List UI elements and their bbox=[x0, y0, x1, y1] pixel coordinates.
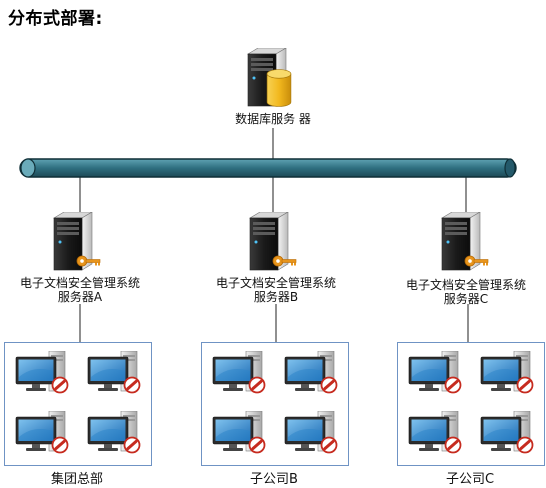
client-pc-icon bbox=[480, 411, 534, 454]
client-pc-icon bbox=[212, 411, 266, 454]
client-pc-icon bbox=[87, 351, 141, 394]
client-pc-icon bbox=[15, 411, 69, 454]
database-server-icon bbox=[247, 48, 292, 107]
server-a-label-line1: 电子文档安全管理系统 bbox=[19, 276, 140, 290]
server-b-label-line2: 服务器B bbox=[253, 290, 299, 304]
office-subsidiary-c bbox=[397, 342, 545, 466]
server-a-label: 电子文档安全管理系统 服务器A bbox=[10, 276, 150, 304]
client-pc-icon bbox=[408, 351, 462, 394]
server-a-icon bbox=[53, 212, 101, 271]
server-c-label-line1: 电子文档安全管理系统 bbox=[405, 278, 526, 292]
office-group-hq-label: 集团总部 bbox=[50, 472, 103, 487]
client-pc-icon bbox=[212, 351, 266, 394]
client-pc-icon bbox=[284, 411, 338, 454]
office-subsidiary-b bbox=[201, 342, 349, 466]
office-group-hq bbox=[4, 342, 152, 466]
database-server-label: 数据库服务 器 bbox=[235, 112, 311, 126]
client-pc-icon bbox=[87, 411, 141, 454]
office-subsidiary-c-label: 子公司C bbox=[445, 472, 495, 487]
client-pc-icon bbox=[480, 351, 534, 394]
server-b-label: 电子文档安全管理系统 服务器B bbox=[206, 276, 346, 304]
server-c-icon bbox=[441, 212, 489, 271]
server-b-label-line1: 电子文档安全管理系统 bbox=[215, 276, 336, 290]
server-a-label-line2: 服务器A bbox=[57, 290, 103, 304]
client-pc-icon bbox=[408, 411, 462, 454]
server-c-label: 电子文档安全管理系统 服务器C bbox=[396, 278, 536, 306]
server-c-label-line2: 服务器C bbox=[443, 292, 489, 306]
server-b-icon bbox=[249, 212, 297, 271]
network-bus bbox=[19, 158, 517, 178]
client-pc-icon bbox=[15, 351, 69, 394]
client-pc-icon bbox=[284, 351, 338, 394]
office-subsidiary-b-label: 子公司B bbox=[250, 472, 298, 487]
